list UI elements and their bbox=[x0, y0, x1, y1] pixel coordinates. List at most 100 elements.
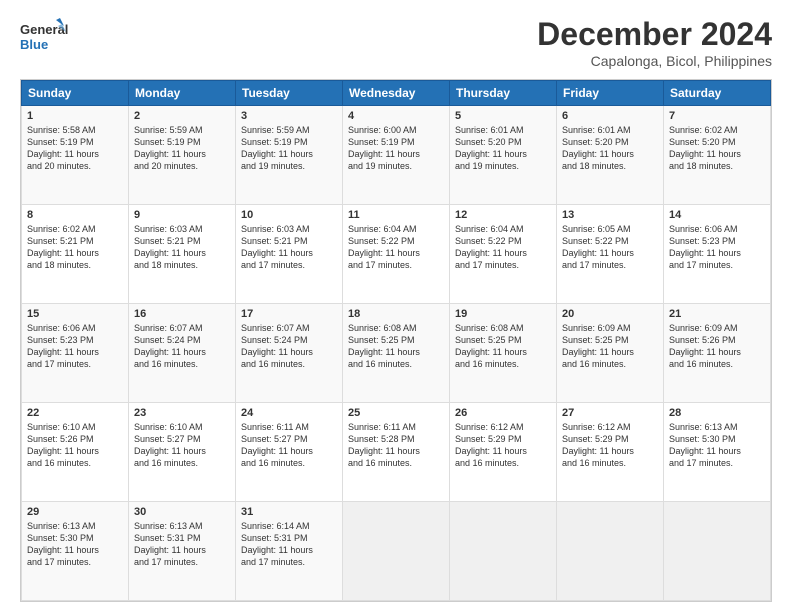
location: Capalonga, Bicol, Philippines bbox=[537, 53, 772, 69]
table-row: 18Sunrise: 6:08 AMSunset: 5:25 PMDayligh… bbox=[343, 304, 450, 403]
day-info: Sunrise: 6:05 AMSunset: 5:22 PMDaylight:… bbox=[562, 223, 658, 272]
table-row: 27 Sunrise: 6:12 AMSunset: 5:29 PMDayligh… bbox=[557, 403, 664, 502]
day-number: 23 bbox=[134, 407, 230, 419]
day-info: Sunrise: 6:07 AMSunset: 5:24 PMDaylight:… bbox=[134, 322, 230, 371]
day-info: Sunrise: 6:09 AMSunset: 5:26 PMDaylight:… bbox=[669, 322, 765, 371]
day-info: Sunrise: 6:03 AMSunset: 5:21 PMDaylight:… bbox=[241, 223, 337, 272]
col-thursday: Thursday bbox=[450, 81, 557, 106]
table-row: 14 Sunrise: 6:06 AMSunset: 5:23 PMDayligh… bbox=[664, 205, 771, 304]
day-info: Sunrise: 6:04 AMSunset: 5:22 PMDaylight:… bbox=[348, 223, 444, 272]
table-row bbox=[450, 502, 557, 601]
day-number: 27 bbox=[562, 407, 658, 419]
table-row: 30 Sunrise: 6:13 AMSunset: 5:31 PMDayligh… bbox=[129, 502, 236, 601]
table-row: 26 Sunrise: 6:12 AMSunset: 5:29 PMDayligh… bbox=[450, 403, 557, 502]
table-row: 19Sunrise: 6:08 AMSunset: 5:25 PMDayligh… bbox=[450, 304, 557, 403]
table-row: 6Sunrise: 6:01 AMSunset: 5:20 PMDaylight… bbox=[557, 106, 664, 205]
table-row: 8 Sunrise: 6:02 AMSunset: 5:21 PMDaylight… bbox=[22, 205, 129, 304]
col-wednesday: Wednesday bbox=[343, 81, 450, 106]
table-row: 29Sunrise: 6:13 AMSunset: 5:30 PMDayligh… bbox=[22, 502, 129, 601]
day-info: Sunrise: 6:13 AMSunset: 5:30 PMDaylight:… bbox=[27, 520, 123, 569]
col-friday: Friday bbox=[557, 81, 664, 106]
table-row: 9 Sunrise: 6:03 AMSunset: 5:21 PMDaylight… bbox=[129, 205, 236, 304]
month-year: December 2024 bbox=[537, 16, 772, 53]
day-number: 28 bbox=[669, 407, 765, 419]
day-info: Sunrise: 6:02 AMSunset: 5:21 PMDaylight:… bbox=[27, 223, 123, 272]
day-number: 16 bbox=[134, 308, 230, 320]
day-number: 30 bbox=[134, 506, 230, 518]
table-row: 12 Sunrise: 6:04 AMSunset: 5:22 PMDayligh… bbox=[450, 205, 557, 304]
day-info: Sunrise: 6:11 AMSunset: 5:27 PMDaylight:… bbox=[241, 421, 337, 470]
col-saturday: Saturday bbox=[664, 81, 771, 106]
table-row: 20 Sunrise: 6:09 AMSunset: 5:25 PMDayligh… bbox=[557, 304, 664, 403]
day-info: Sunrise: 6:06 AMSunset: 5:23 PMDaylight:… bbox=[27, 322, 123, 371]
day-number: 1 bbox=[27, 110, 123, 122]
table-row: 21 Sunrise: 6:09 AMSunset: 5:26 PMDayligh… bbox=[664, 304, 771, 403]
col-monday: Monday bbox=[129, 81, 236, 106]
table-row: 28 Sunrise: 6:13 AMSunset: 5:30 PMDayligh… bbox=[664, 403, 771, 502]
day-info: Sunrise: 6:12 AMSunset: 5:29 PMDaylight:… bbox=[562, 421, 658, 470]
table-row: 16 Sunrise: 6:07 AMSunset: 5:24 PMDayligh… bbox=[129, 304, 236, 403]
day-info: Sunrise: 5:59 AMSunset: 5:19 PMDaylight:… bbox=[134, 124, 230, 173]
day-info: Sunrise: 6:03 AMSunset: 5:21 PMDaylight:… bbox=[134, 223, 230, 272]
day-number: 8 bbox=[27, 209, 123, 221]
table-row: 10Sunrise: 6:03 AMSunset: 5:21 PMDayligh… bbox=[236, 205, 343, 304]
table-row: 25 Sunrise: 6:11 AMSunset: 5:28 PMDayligh… bbox=[343, 403, 450, 502]
day-number: 13 bbox=[562, 209, 658, 221]
day-number: 20 bbox=[562, 308, 658, 320]
day-number: 24 bbox=[241, 407, 337, 419]
table-row: 22 Sunrise: 6:10 AMSunset: 5:26 PMDayligh… bbox=[22, 403, 129, 502]
day-number: 21 bbox=[669, 308, 765, 320]
day-info: Sunrise: 6:01 AMSunset: 5:20 PMDaylight:… bbox=[562, 124, 658, 173]
day-number: 19 bbox=[455, 308, 551, 320]
table-row: 13 Sunrise: 6:05 AMSunset: 5:22 PMDayligh… bbox=[557, 205, 664, 304]
table-row bbox=[664, 502, 771, 601]
day-info: Sunrise: 6:04 AMSunset: 5:22 PMDaylight:… bbox=[455, 223, 551, 272]
table-row: 31 Sunrise: 6:14 AMSunset: 5:31 PMDayligh… bbox=[236, 502, 343, 601]
day-number: 26 bbox=[455, 407, 551, 419]
svg-text:General: General bbox=[20, 22, 68, 37]
day-info: Sunrise: 6:08 AMSunset: 5:25 PMDaylight:… bbox=[348, 322, 444, 371]
day-number: 5 bbox=[455, 110, 551, 122]
day-info: Sunrise: 6:13 AMSunset: 5:31 PMDaylight:… bbox=[134, 520, 230, 569]
day-info: Sunrise: 6:09 AMSunset: 5:25 PMDaylight:… bbox=[562, 322, 658, 371]
day-number: 3 bbox=[241, 110, 337, 122]
table-row: 1Sunrise: 5:58 AMSunset: 5:19 PMDaylight… bbox=[22, 106, 129, 205]
day-info: Sunrise: 5:59 AMSunset: 5:19 PMDaylight:… bbox=[241, 124, 337, 173]
logo-svg: General Blue bbox=[20, 16, 70, 58]
col-tuesday: Tuesday bbox=[236, 81, 343, 106]
day-info: Sunrise: 6:10 AMSunset: 5:26 PMDaylight:… bbox=[27, 421, 123, 470]
day-number: 9 bbox=[134, 209, 230, 221]
calendar: Sunday Monday Tuesday Wednesday Thursday… bbox=[20, 79, 772, 602]
day-number: 12 bbox=[455, 209, 551, 221]
table-row bbox=[557, 502, 664, 601]
day-number: 22 bbox=[27, 407, 123, 419]
day-info: Sunrise: 6:01 AMSunset: 5:20 PMDaylight:… bbox=[455, 124, 551, 173]
day-info: Sunrise: 6:14 AMSunset: 5:31 PMDaylight:… bbox=[241, 520, 337, 569]
day-number: 14 bbox=[669, 209, 765, 221]
day-info: Sunrise: 6:11 AMSunset: 5:28 PMDaylight:… bbox=[348, 421, 444, 470]
day-number: 2 bbox=[134, 110, 230, 122]
day-info: Sunrise: 6:12 AMSunset: 5:29 PMDaylight:… bbox=[455, 421, 551, 470]
table-row: 23 Sunrise: 6:10 AMSunset: 5:27 PMDayligh… bbox=[129, 403, 236, 502]
table-row: 4Sunrise: 6:00 AMSunset: 5:19 PMDaylight… bbox=[343, 106, 450, 205]
day-info: Sunrise: 6:10 AMSunset: 5:27 PMDaylight:… bbox=[134, 421, 230, 470]
day-number: 15 bbox=[27, 308, 123, 320]
svg-text:Blue: Blue bbox=[20, 37, 48, 52]
day-number: 11 bbox=[348, 209, 444, 221]
day-number: 31 bbox=[241, 506, 337, 518]
table-row: 2 Sunrise: 5:59 AMSunset: 5:19 PMDaylight… bbox=[129, 106, 236, 205]
page: General Blue December 2024 Capalonga, Bi… bbox=[0, 0, 792, 612]
table-row bbox=[343, 502, 450, 601]
table-row: 5 Sunrise: 6:01 AMSunset: 5:20 PMDaylight… bbox=[450, 106, 557, 205]
header: General Blue December 2024 Capalonga, Bi… bbox=[20, 16, 772, 69]
day-info: Sunrise: 6:07 AMSunset: 5:24 PMDaylight:… bbox=[241, 322, 337, 371]
col-sunday: Sunday bbox=[22, 81, 129, 106]
day-number: 25 bbox=[348, 407, 444, 419]
day-number: 17 bbox=[241, 308, 337, 320]
day-info: Sunrise: 6:13 AMSunset: 5:30 PMDaylight:… bbox=[669, 421, 765, 470]
day-number: 4 bbox=[348, 110, 444, 122]
title-section: December 2024 Capalonga, Bicol, Philippi… bbox=[537, 16, 772, 69]
day-info: Sunrise: 6:06 AMSunset: 5:23 PMDaylight:… bbox=[669, 223, 765, 272]
day-number: 7 bbox=[669, 110, 765, 122]
table-row: 11 Sunrise: 6:04 AMSunset: 5:22 PMDayligh… bbox=[343, 205, 450, 304]
